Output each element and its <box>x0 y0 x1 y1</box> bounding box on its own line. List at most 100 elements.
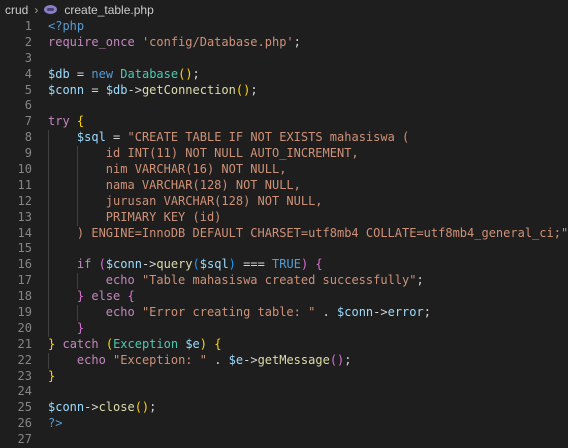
line-number: 25 <box>17 400 32 415</box>
code-token: -> <box>84 400 99 415</box>
code-line[interactable]: 26 ?> <box>0 416 568 432</box>
code-token: ; <box>192 66 200 81</box>
php-file-icon <box>44 5 58 14</box>
code-line[interactable]: 18 } else { <box>0 289 568 306</box>
code-editor[interactable]: 1 <?php 2 require_once 'config/Database.php… <box>0 19 568 448</box>
line-number: 2 <box>24 34 32 49</box>
code-line[interactable]: 15 <box>0 241 568 258</box>
line-number: 14 <box>17 225 32 240</box>
code-text: } <box>48 320 84 337</box>
code-line[interactable]: 16 if ($conn->query($sql) === TRUE) { <box>0 257 568 274</box>
code-token: $conn <box>48 400 85 415</box>
code-token: { <box>76 114 85 129</box>
code-line[interactable]: 9 id INT(11) NOT NULL AUTO_INCREMENT, <box>0 146 568 163</box>
code-token: close <box>98 400 135 415</box>
breadcrumb-folder[interactable]: crud <box>5 3 28 17</box>
line-number: 6 <box>24 98 32 113</box>
code-token: new <box>91 66 114 81</box>
code-line[interactable]: 14 ) ENGINE=InnoDB DEFAULT CHARSET=utf8m… <box>0 225 568 242</box>
code-token: -> <box>127 82 142 97</box>
code-token: $db <box>48 66 70 81</box>
code-token: nim VARCHAR(16) NOT NULL, <box>48 162 287 177</box>
code-token: echo <box>105 273 135 288</box>
code-token: () <box>329 352 345 367</box>
code-line[interactable]: 12 jurusan VARCHAR(128) NOT NULL, <box>0 193 568 210</box>
code-text: } <box>48 369 55 385</box>
code-token: ) <box>199 336 208 351</box>
code-line[interactable]: 7 try { <box>0 114 568 130</box>
indent-guide <box>48 320 49 337</box>
code-token: $conn <box>337 305 374 320</box>
code-token: $e <box>185 336 200 351</box>
code-text: require_once 'config/Database.php'; <box>48 35 301 51</box>
code-token: else <box>91 289 121 304</box>
code-line[interactable]: 23} <box>0 369 568 385</box>
code-text: echo "Error creating table: " . $conn->e… <box>48 305 431 321</box>
code-text: nama VARCHAR(128) NOT NULL, <box>48 177 301 194</box>
code-token: $e <box>228 352 244 367</box>
code-text: nim VARCHAR(16) NOT NULL, <box>48 162 286 178</box>
code-line[interactable]: 4 $db = new Database(); <box>0 67 568 83</box>
code-line[interactable]: 17 echo "Table mahasiswa created success… <box>0 273 568 290</box>
line-number: 27 <box>17 432 32 447</box>
code-line[interactable]: 20 } <box>0 320 568 337</box>
code-token: ) <box>228 257 236 272</box>
indent-guide <box>48 193 49 210</box>
code-line[interactable]: 8 $sql = "CREATE TABLE IF NOT EXISTS mah… <box>0 130 568 147</box>
chevron-right-icon: › <box>34 2 39 17</box>
code-line[interactable]: 13 PRIMARY KEY (id) <box>0 209 568 226</box>
code-line[interactable]: 3 <box>0 51 568 67</box>
code-line[interactable]: 10 nim VARCHAR(16) NOT NULL, <box>0 162 568 178</box>
code-token: "Table mahasiswa created successfully" <box>141 273 417 288</box>
code-line[interactable]: 11 nama VARCHAR(128) NOT NULL, <box>0 177 568 194</box>
code-line[interactable]: 19 echo "Error creating table: " . $conn… <box>0 305 568 321</box>
code-line[interactable]: 2 require_once 'config/Database.php'; <box>0 35 568 51</box>
indent-guide <box>48 225 49 242</box>
code-line[interactable]: 22 echo "Exception: " . $e->getMessage()… <box>0 352 568 369</box>
breadcrumb: crud › create_table.php <box>0 0 568 19</box>
indent-guide <box>48 130 49 147</box>
code-token: () <box>134 400 150 415</box>
code-token: ; <box>293 34 301 49</box>
code-line[interactable]: 27 <box>0 432 568 448</box>
line-number: 12 <box>17 193 32 208</box>
line-number: 24 <box>17 384 32 399</box>
code-text: if ($conn->query($sql) === TRUE) { <box>48 257 323 274</box>
code-token: ?> <box>48 416 63 431</box>
code-line[interactable]: 24 <box>0 384 568 400</box>
code-text: } catch (Exception $e) { <box>48 337 221 353</box>
line-number: 1 <box>24 19 32 33</box>
code-token: if <box>76 257 92 272</box>
breadcrumb-file[interactable]: create_table.php <box>64 3 153 17</box>
code-token: "Error creating table: " <box>141 305 316 320</box>
line-number: 17 <box>17 273 32 288</box>
code-text: echo "Table mahasiswa created successful… <box>48 273 424 290</box>
code-token: () <box>235 82 251 97</box>
indent-guide <box>76 273 78 290</box>
code-token: id INT(11) NOT NULL AUTO_INCREMENT, <box>48 146 359 161</box>
code-token: TRUE <box>272 257 301 272</box>
code-text: echo "Exception: " . $e->getMessage(); <box>48 352 352 369</box>
code-token: require_once <box>48 34 135 49</box>
code-line[interactable]: 5 $conn = $db->getConnection(); <box>0 83 568 99</box>
code-line[interactable]: 21} catch (Exception $e) { <box>0 337 568 353</box>
code-line[interactable]: 6 <box>0 98 568 114</box>
code-token: echo <box>105 305 135 320</box>
code-line[interactable]: 25 $conn->close(); <box>0 400 568 416</box>
line-number: 15 <box>17 241 32 256</box>
code-text: $conn = $db->getConnection(); <box>48 83 258 99</box>
code-line[interactable]: 1 <?php <box>0 19 568 35</box>
code-text: try { <box>48 114 84 130</box>
indent-guide <box>48 162 49 178</box>
code-token: Exception <box>113 336 179 351</box>
code-token: nama VARCHAR(128) NOT NULL, <box>48 177 301 192</box>
indent-guide <box>48 289 49 306</box>
